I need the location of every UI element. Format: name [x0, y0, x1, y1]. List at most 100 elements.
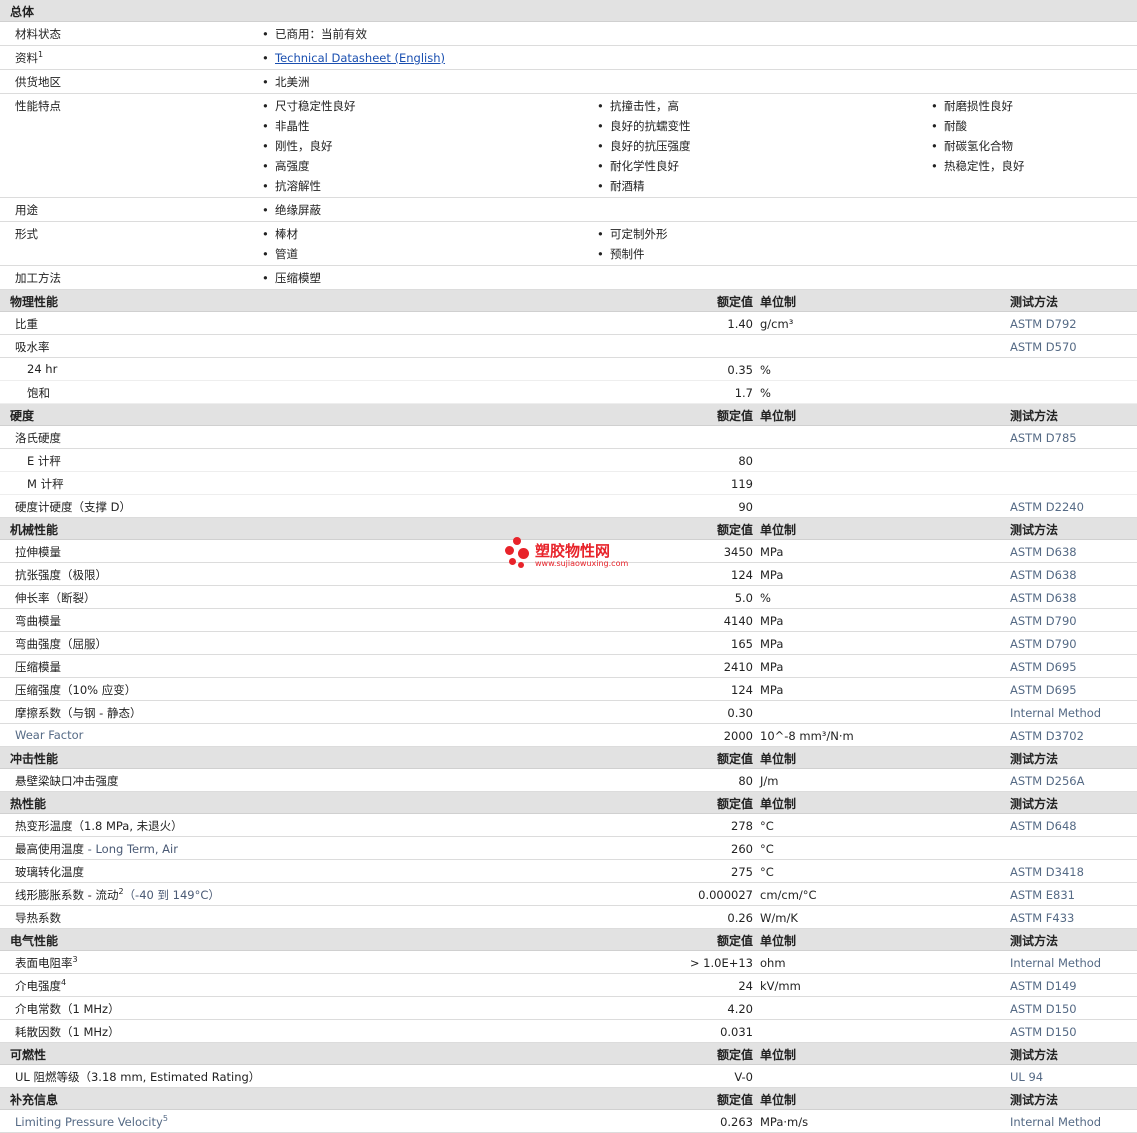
property-value: 0.30	[727, 706, 753, 720]
property-row: Wear Factor 2000 10^-8 mm³/N·m ASTM D3702	[0, 724, 1137, 747]
test-method: Internal Method	[1010, 706, 1102, 720]
section-header-general: 总体	[0, 0, 1137, 22]
list-item: • 抗溶解性	[262, 178, 356, 198]
general-label: 用途	[15, 202, 38, 218]
column-header-value: 额定值	[716, 1093, 753, 1107]
property-row: 硬度计硬度（支撑 D） 90 ASTM D2240	[0, 495, 1137, 518]
property-unit: °C	[760, 865, 774, 879]
property-unit: ohm	[760, 956, 786, 970]
bullet-icon: •	[262, 51, 269, 65]
list-item: • 预制件	[597, 246, 668, 266]
property-name: 硬度计硬度（支撑 D）	[15, 499, 131, 515]
property-name-text: 硬度计硬度（支撑 D）	[15, 500, 132, 514]
property-value: 0.35	[727, 363, 753, 377]
test-method: ASTM D790	[1010, 637, 1077, 651]
test-method: ASTM D150	[1010, 1025, 1077, 1039]
list-item: • 热稳定性，良好	[931, 158, 1025, 178]
watermark-logo: 塑胶物性网 www.sujiaowuxing.com	[505, 537, 645, 571]
property-name-text: 弯曲强度（屈服）	[15, 637, 107, 651]
property-row: 24 hr 0.35%	[0, 358, 1137, 381]
property-value: 165	[731, 637, 753, 651]
value-column: • 耐磨损性良好 • 耐酸 • 耐碳氢化合物 • 热稳定性，良好	[931, 98, 1025, 178]
property-row: 压缩强度（10% 应变） 124 MPa ASTM D695	[0, 678, 1137, 701]
section-title: 补充信息	[10, 1093, 59, 1107]
property-unit: MPa	[760, 568, 784, 582]
property-unit: MPa	[760, 637, 784, 651]
section-title: 物理性能	[10, 295, 59, 309]
bullet-icon: •	[931, 99, 938, 113]
list-item-text: 耐酒精	[610, 179, 645, 193]
property-unit: kV/mm	[760, 979, 801, 993]
property-name: 弯曲模量	[15, 613, 61, 629]
section-title: 可燃性	[10, 1048, 47, 1062]
list-item-text: 预制件	[610, 247, 645, 261]
list-item[interactable]: • Technical Datasheet (English)	[262, 50, 445, 70]
property-row: UL 阻燃等级（3.18 mm, Estimated Rating） V-0 UL …	[0, 1065, 1137, 1088]
property-value: 24	[738, 979, 753, 993]
property-row: 压缩模量 2410 MPa ASTM D695	[0, 655, 1137, 678]
property-condition: - Long Term, Air	[84, 842, 178, 856]
property-unit: %	[760, 363, 771, 377]
property-name-text: 24 hr	[27, 362, 58, 376]
column-header-value: 额定值	[716, 752, 753, 766]
property-name: 耗散因数（1 MHz）	[15, 1024, 120, 1040]
list-item: • 尺寸稳定性良好	[262, 98, 356, 118]
property-value: 0.263	[720, 1115, 753, 1129]
bullet-icon: •	[931, 139, 938, 153]
watermark-title: 塑胶物性网	[535, 542, 611, 560]
bullet-icon: •	[262, 27, 269, 41]
value-column: • 抗撞击性，高 • 良好的抗蠕变性 • 良好的抗压强度 • 耐化学性良好 • 耐酒精	[597, 98, 691, 198]
property-name-text: 压缩模量	[15, 660, 61, 674]
column-header-unit: 单位制	[760, 1048, 797, 1062]
property-name: Limiting Pressure Velocity5	[15, 1114, 168, 1129]
list-item-text: 绝缘屏蔽	[275, 203, 321, 217]
property-unit: J/m	[760, 774, 779, 788]
bullet-icon: •	[597, 247, 604, 261]
test-method: ASTM D3702	[1010, 729, 1084, 743]
column-header-value: 额定值	[716, 295, 753, 309]
bullet-icon: •	[262, 75, 269, 89]
test-method: ASTM D790	[1010, 614, 1077, 628]
bullet-icon: •	[262, 247, 269, 261]
list-item-text: 良好的抗压强度	[610, 139, 691, 153]
test-method: ASTM D638	[1010, 545, 1077, 559]
property-row: 洛氏硬度 ASTM D785	[0, 426, 1137, 449]
datasheet-link[interactable]: Technical Datasheet (English)	[275, 51, 445, 65]
general-label: 性能特点	[15, 98, 61, 114]
property-value: 90	[738, 500, 753, 514]
property-name-text: M 计秤	[27, 477, 64, 491]
property-value: 3450	[723, 545, 753, 559]
column-header-method: 测试方法	[1010, 1093, 1059, 1107]
list-item-text: 良好的抗蠕变性	[610, 119, 691, 133]
list-item: • 绝缘屏蔽	[262, 202, 321, 222]
general-label-text: 形式	[15, 227, 38, 241]
property-row: 玻璃转化温度 275 °C ASTM D3418	[0, 860, 1137, 883]
property-name: 拉伸模量	[15, 544, 61, 560]
section-header: 热性能 额定值 单位制 测试方法	[0, 792, 1137, 814]
list-item-text: 管道	[275, 247, 298, 261]
property-value: 124	[731, 568, 753, 582]
section-header: 硬度 额定值 单位制 测试方法	[0, 404, 1137, 426]
property-name: 玻璃转化温度	[15, 864, 84, 880]
property-row: 摩擦系数（与钢 - 静态） 0.30 Internal Method	[0, 701, 1137, 724]
property-value: 4140	[723, 614, 753, 628]
test-method: ASTM D150	[1010, 1002, 1077, 1016]
property-unit: MPa	[760, 614, 784, 628]
footnote-ref: 5	[162, 1114, 168, 1123]
column-header-method: 测试方法	[1010, 797, 1059, 811]
test-method: ASTM D570	[1010, 340, 1077, 354]
property-unit: 10^-8 mm³/N·m	[760, 729, 854, 743]
property-name-text: 比重	[15, 317, 38, 331]
list-item-text: 非晶性	[275, 119, 310, 133]
list-item-text: 可定制外形	[610, 227, 668, 241]
list-item: • 刚性，良好	[262, 138, 356, 158]
property-unit: cm/cm/°C	[760, 888, 817, 902]
test-method: ASTM D648	[1010, 819, 1077, 833]
property-name-text: Wear Factor	[15, 728, 84, 742]
property-name-text: 介电强度	[15, 979, 61, 993]
property-name: 热变形温度（1.8 MPa, 未退火）	[15, 818, 183, 834]
property-value: 119	[731, 477, 753, 491]
property-name-text: 吸水率	[15, 340, 50, 354]
property-name-text: 抗张强度（极限）	[15, 568, 107, 582]
property-unit: W/m/K	[760, 911, 798, 925]
